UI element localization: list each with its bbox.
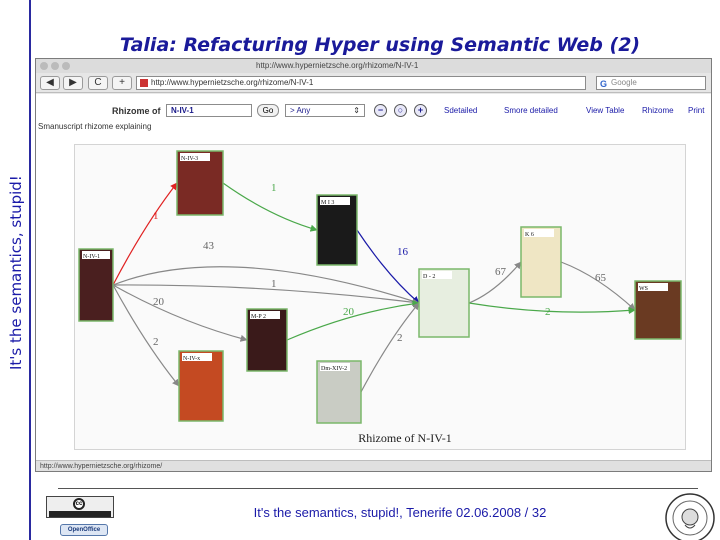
graph-edge-label: 20 <box>153 296 165 308</box>
filter-select[interactable]: > Any ⇕ <box>285 104 365 117</box>
graph-edge-label: 2 <box>397 332 403 344</box>
graph-edge-label: 16 <box>397 246 409 258</box>
address-text: http://www.hypernietzsche.org/rhizome/N-… <box>151 78 314 87</box>
go-button[interactable]: Go <box>257 104 279 117</box>
rhizome-graph: 1 1 43 16 1 20 20 2 2 67 65 2 N-IV-1 N-IV-3 M I 3 M-P … <box>74 144 686 450</box>
cc-license-bar <box>49 511 111 517</box>
graph-edge-label: 1 <box>271 278 277 290</box>
graph-edge-label: 67 <box>495 266 507 278</box>
graph-edge <box>356 229 420 304</box>
favicon-icon <box>140 79 148 87</box>
graph-node-label: K 6 <box>525 232 534 238</box>
graph-node[interactable]: N-IV-x <box>178 350 224 422</box>
zoom-in-icon[interactable]: + <box>414 104 427 117</box>
graph-edge <box>112 284 180 387</box>
graph-caption: Rhizome of N-IV-1 <box>358 431 452 445</box>
university-seal-icon <box>665 493 715 540</box>
link-smore-detailed[interactable]: Smore detailed <box>504 106 558 115</box>
graph-node[interactable]: K 6 <box>520 226 562 298</box>
graph-node-label: Dm-XIV-2 <box>321 366 347 372</box>
link-print[interactable]: Print <box>688 106 704 115</box>
graph-node[interactable]: N-IV-1 <box>78 248 114 322</box>
link-rhizome[interactable]: Rhizome <box>642 106 674 115</box>
cc-icon: cc <box>73 498 85 510</box>
graph-node[interactable]: M I 3 <box>316 194 358 266</box>
graph-edge <box>222 182 318 232</box>
google-search-icon: G <box>600 79 608 89</box>
graph-node-label: N-IV-1 <box>83 254 100 260</box>
search-placeholder: Google <box>611 78 637 87</box>
graph-node[interactable]: D - 2 <box>418 268 470 338</box>
graph-edge-label: 1 <box>153 210 159 222</box>
forward-button[interactable]: ▶ <box>63 76 83 90</box>
footer-text: It's the semantics, stupid!, Tenerife 02… <box>253 505 547 520</box>
graph-node-label: D - 2 <box>423 274 435 280</box>
graph-edge-label: 20 <box>343 306 355 318</box>
graph-node[interactable]: WS <box>634 280 682 340</box>
window-maximize-icon[interactable] <box>62 61 70 70</box>
graph-node-label: N-IV-3 <box>181 156 198 162</box>
graph-node-label: N-IV-x <box>183 356 200 362</box>
graph-node[interactable]: Dm-XIV-2 <box>316 360 362 424</box>
link-view-table[interactable]: View Table <box>586 106 624 115</box>
zoom-out-icon[interactable]: − <box>374 104 387 117</box>
window-title-bar: http://www.hypernietzsche.org/rhizome/N-… <box>36 59 711 73</box>
window-title: http://www.hypernietzsche.org/rhizome/N-… <box>256 61 419 70</box>
status-bar: http://www.hypernietzsche.org/rhizome/ <box>36 460 711 471</box>
graph-node-label: M I 3 <box>321 200 334 206</box>
graph-edge <box>112 284 248 342</box>
graph-edge-label: 65 <box>595 272 607 284</box>
caption-line: Smanuscript rhizome explaining <box>38 122 152 131</box>
graph-edge-label: 2 <box>545 306 551 318</box>
rhizome-graph-svg: 1 1 43 16 1 20 20 2 2 67 65 2 N-IV-1 N-IV-3 M I 3 M-P … <box>78 150 682 445</box>
new-tab-button[interactable]: + <box>112 76 132 90</box>
graph-node[interactable]: N-IV-3 <box>176 150 224 216</box>
filter-value: > Any <box>290 106 311 115</box>
graph-edge <box>468 302 636 315</box>
address-bar[interactable]: http://www.hypernietzsche.org/rhizome/N-… <box>136 76 586 90</box>
rhizome-toolbar: Rhizome of N-IV-1 Go > Any ⇕ − ○ + Sdeta… <box>36 104 711 120</box>
footer-divider <box>58 488 698 489</box>
slide-title: Talia: Refacturing Hyper using Semantic … <box>119 34 641 56</box>
graph-edge-label: 1 <box>271 182 277 194</box>
graph-node-label: M-P 2 <box>251 314 266 320</box>
side-label: It's the semantics, stupid! <box>7 175 25 370</box>
graph-edge <box>560 261 636 311</box>
graph-node[interactable]: M-P 2 <box>246 308 288 372</box>
side-bar: It's the semantics, stupid! <box>0 0 31 540</box>
link-sdetailed[interactable]: Sdetailed <box>444 106 477 115</box>
graph-node-label: WS <box>639 286 648 292</box>
page-content: Rhizome of N-IV-1 Go > Any ⇕ − ○ + Sdeta… <box>36 94 711 460</box>
rhizome-input[interactable]: N-IV-1 <box>166 104 252 117</box>
chevron-down-icon: ⇕ <box>353 106 360 115</box>
openoffice-logo: OpenOffice <box>60 524 108 536</box>
window-minimize-icon[interactable] <box>51 61 59 70</box>
rhizome-label: Rhizome of <box>112 106 161 116</box>
back-button[interactable]: ◀ <box>40 76 60 90</box>
nav-bar: ◀ ▶ C + http://www.hypernietzsche.org/rh… <box>36 73 711 93</box>
graph-edge <box>360 302 420 393</box>
creative-commons-logo: cc <box>46 496 114 518</box>
reload-button[interactable]: C <box>88 76 108 90</box>
zoom-reset-icon[interactable]: ○ <box>394 104 407 117</box>
browser-window: http://www.hypernietzsche.org/rhizome/N-… <box>35 58 712 472</box>
search-box[interactable]: G Google <box>596 76 706 90</box>
window-close-icon[interactable] <box>40 61 48 70</box>
graph-edge-label: 2 <box>153 336 159 348</box>
graph-edge-label: 43 <box>203 240 215 252</box>
graph-edge <box>112 182 178 286</box>
